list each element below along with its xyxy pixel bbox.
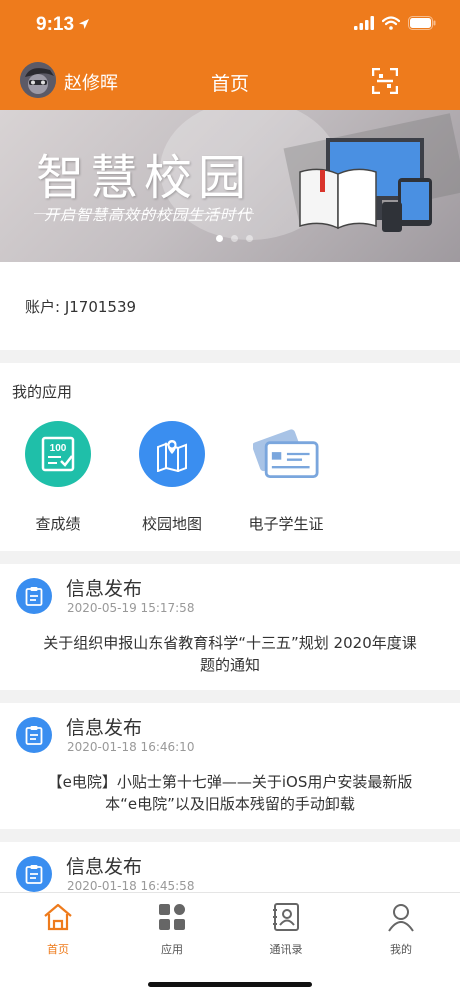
signal-icon: [354, 16, 374, 30]
news-card[interactable]: 信息发布 2020-01-18 16:46:10 【e电院】小贴士第十七弹——关…: [0, 703, 460, 829]
tab-label: 通讯录: [269, 943, 303, 956]
tab-contacts[interactable]: 通讯录: [246, 901, 326, 957]
my-apps-section: 我的应用 100 查成绩 校园地图 电子学生证: [0, 363, 460, 551]
news-timestamp: 2020-01-18 16:46:10: [67, 740, 195, 754]
news-timestamp: 2020-05-19 15:17:58: [67, 601, 195, 615]
tab-label: 应用: [161, 943, 183, 956]
section-title-my-apps: 我的应用: [12, 383, 73, 401]
news-timestamp: 2020-01-18 16:45:58: [67, 879, 195, 893]
news-title: 信息发布: [66, 578, 143, 600]
account-id: 账户: J1701539: [25, 298, 137, 316]
wifi-icon: [382, 16, 400, 30]
banner-title: 智慧校园: [36, 150, 253, 206]
nav-bar: 赵修晖 首页: [0, 50, 460, 110]
grade-report-icon: 100: [25, 421, 91, 487]
app-label: 电子学生证: [248, 515, 324, 533]
status-time: 9:13: [36, 14, 75, 35]
app-grade-query[interactable]: 100 查成绩: [8, 421, 108, 534]
carousel-dot-3[interactable]: [246, 235, 253, 242]
tab-apps[interactable]: 应用: [132, 901, 212, 957]
app-student-card[interactable]: 电子学生证: [236, 421, 336, 534]
account-section: 账户: J1701539: [0, 262, 460, 350]
news-card[interactable]: 信息发布 2020-05-19 15:17:58 关于组织申报山东省教育科学“十…: [0, 564, 460, 690]
home-indicator: [148, 982, 312, 987]
clipboard-icon: [16, 717, 52, 753]
status-indicators: [354, 16, 436, 30]
campus-map-icon: [139, 421, 205, 487]
tab-label: 我的: [390, 943, 412, 956]
tab-profile[interactable]: 我的: [361, 901, 441, 957]
tab-bar: 首页 应用 通讯录 我的: [0, 892, 460, 996]
app-campus-map[interactable]: 校园地图: [122, 421, 222, 534]
banner-subtitle: 开启智慧高效的校园生活时代: [44, 206, 253, 224]
student-card-icon: [253, 421, 319, 487]
apps-grid-icon: [159, 904, 185, 930]
news-body: 关于组织申报山东省教育科学“十三五”规划 2020年度课题的通知: [43, 634, 417, 674]
news-body: 【e电院】小贴士第十七弹——关于iOS用户安装最新版本“e电院”以及旧版本残留的…: [47, 773, 413, 813]
tab-label: 首页: [47, 943, 69, 956]
scan-icon[interactable]: [372, 68, 398, 94]
carousel-dot-1[interactable]: [216, 235, 223, 242]
banner-carousel[interactable]: 智慧校园 开启智慧高效的校园生活时代: [0, 110, 460, 262]
location-arrow-icon: [79, 19, 89, 29]
clipboard-icon: [16, 856, 52, 892]
carousel-dot-2[interactable]: [231, 235, 238, 242]
profile-icon: [388, 904, 414, 932]
battery-icon: [408, 16, 436, 30]
svg-text:100: 100: [50, 443, 67, 454]
app-label: 校园地图: [141, 515, 202, 533]
news-title: 信息发布: [66, 717, 143, 739]
tab-home[interactable]: 首页: [18, 901, 98, 957]
app-label: 查成绩: [35, 515, 81, 533]
home-icon: [44, 903, 72, 931]
clipboard-icon: [16, 578, 52, 614]
news-title: 信息发布: [66, 856, 143, 878]
contacts-icon: [273, 903, 299, 931]
status-bar: 9:13: [0, 0, 460, 50]
